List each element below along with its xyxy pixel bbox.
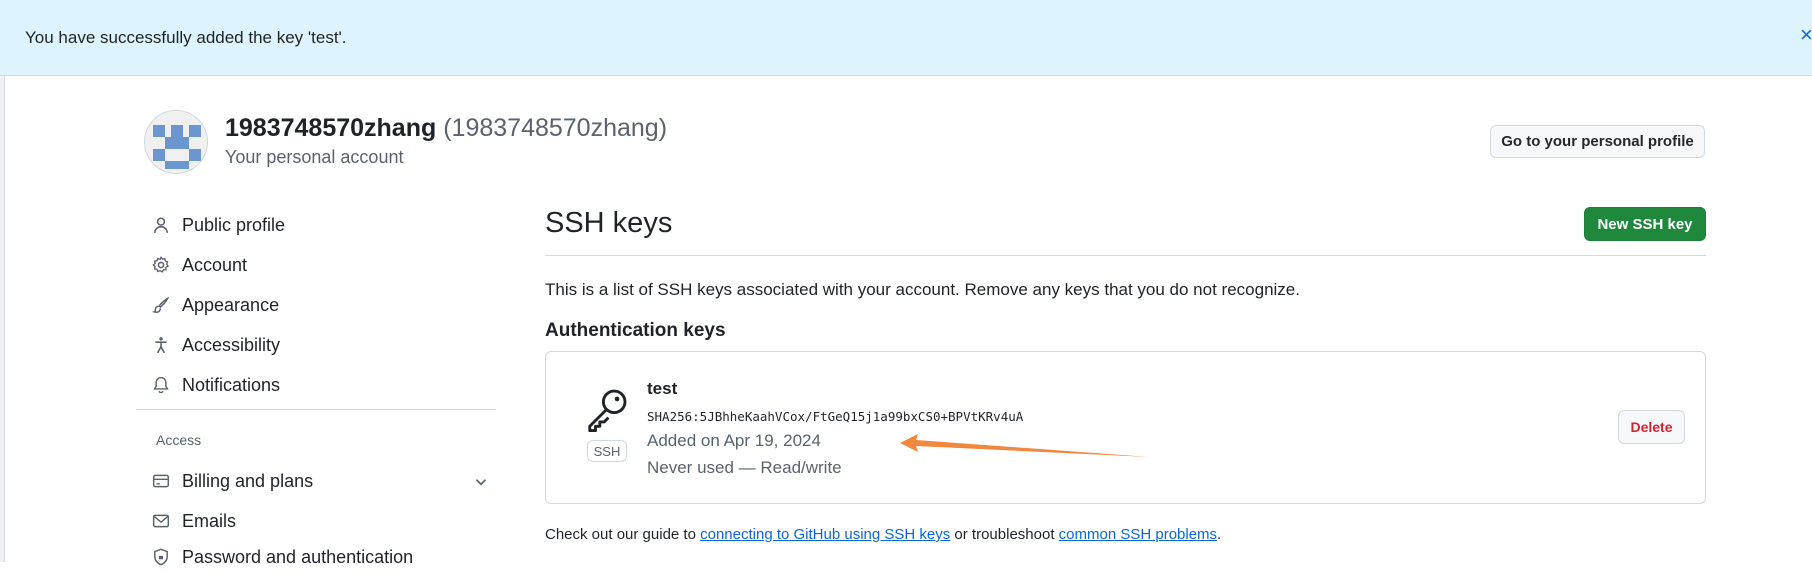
ssh-troubleshoot-link[interactable]: common SSH problems — [1059, 526, 1217, 543]
mail-icon — [152, 514, 170, 528]
close-icon[interactable]: × — [1800, 22, 1812, 48]
sidebar-item-label: Account — [182, 254, 248, 275]
sidebar-item-password[interactable]: Password and authentication — [152, 541, 413, 573]
footer-prefix: Check out our guide to — [545, 526, 701, 543]
key-title: test — [647, 379, 678, 398]
annotation-arrow — [900, 434, 1150, 457]
avatar[interactable] — [144, 110, 208, 174]
account-login: (1983748570zhang) — [443, 114, 668, 142]
shield-lock-icon — [154, 548, 168, 566]
sidebar-item-label: Public profile — [182, 214, 286, 235]
footer-note: Check out our guide to connecting to Git… — [545, 526, 1221, 543]
ssh-key-item: SSH test SHA256:5JBhheKaahVCox/FtGeQ15j1… — [545, 351, 1706, 504]
window-edge — [0, 76, 5, 562]
chevron-down-icon[interactable] — [472, 473, 490, 491]
flash-banner: You have successfully added the key 'tes… — [0, 0, 1812, 76]
key-usage: Never used — Read/write — [647, 458, 842, 477]
sidebar-item-label: Billing and plans — [182, 470, 314, 491]
page-title: SSH keys — [545, 207, 673, 239]
new-ssh-key-button[interactable]: New SSH key — [1584, 207, 1706, 241]
title-divider — [545, 255, 1706, 256]
sidebar-item-accessibility[interactable]: Accessibility — [152, 329, 280, 361]
sidebar-item-label: Appearance — [182, 294, 280, 315]
sidebar-item-label: Accessibility — [182, 334, 281, 355]
sidebar-group-label: Access — [156, 432, 202, 448]
sidebar-item-billing[interactable]: Billing and plans — [152, 465, 496, 497]
person-icon — [154, 217, 168, 233]
delete-key-button[interactable]: Delete — [1618, 410, 1685, 444]
footer-middle: or troubleshoot — [950, 526, 1059, 543]
footer-suffix: . — [1217, 526, 1222, 543]
accessibility-icon — [155, 337, 167, 354]
go-to-profile-button[interactable]: Go to your personal profile — [1490, 125, 1705, 158]
sidebar-item-appearance[interactable]: Appearance — [152, 289, 279, 321]
sidebar-divider — [136, 409, 496, 410]
gear-icon — [152, 256, 169, 273]
credit-card-icon — [152, 474, 170, 488]
sidebar-item-label: Password and authentication — [182, 546, 414, 567]
bell-icon — [153, 376, 169, 394]
sidebar-item-label: Notifications — [182, 374, 281, 395]
intro-text: This is a list of SSH keys associated wi… — [545, 280, 1300, 299]
account-name: 1983748570zhang (1983748570zhang) — [225, 114, 667, 143]
section-title: Authentication keys — [545, 320, 726, 341]
sidebar-item-public-profile[interactable]: Public profile — [152, 209, 285, 241]
identicon — [145, 111, 207, 173]
sidebar-item-label: Emails — [182, 510, 237, 531]
key-icon — [588, 389, 627, 432]
sidebar-item-emails[interactable]: Emails — [152, 505, 236, 537]
account-display-name: 1983748570zhang — [225, 114, 437, 142]
ssh-guide-link[interactable]: connecting to GitHub using SSH keys — [700, 526, 950, 543]
account-subtitle: Your personal account — [225, 147, 404, 167]
key-added-date: Added on Apr 19, 2024 — [647, 431, 821, 450]
sidebar-item-notifications[interactable]: Notifications — [152, 369, 280, 401]
flash-message: You have successfully added the key 'tes… — [25, 27, 347, 47]
paintbrush-icon — [152, 296, 170, 313]
sidebar-item-account[interactable]: Account — [152, 249, 247, 281]
key-fingerprint: SHA256:5JBhheKaahVCox/FtGeQ15j1a99bxCS0+… — [647, 409, 1024, 424]
ssh-badge: SSH — [587, 440, 627, 462]
